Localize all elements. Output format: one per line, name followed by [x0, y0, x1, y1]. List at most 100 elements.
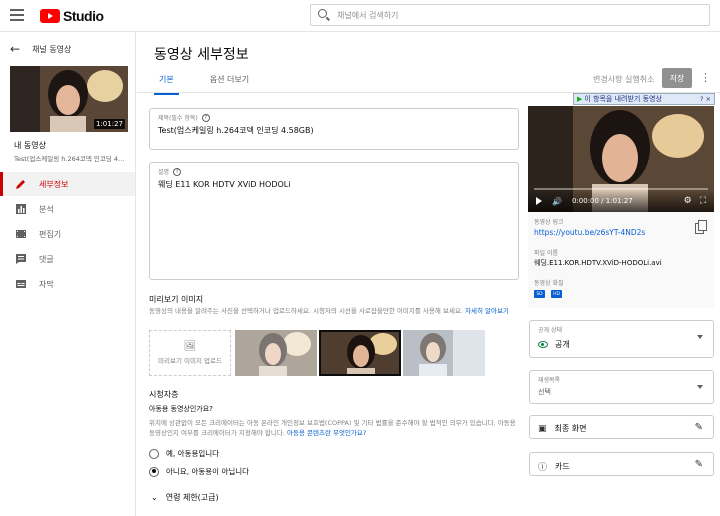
editor-icon — [14, 227, 28, 241]
video-player[interactable]: 🔊 0:00:00 / 1:01:27 ⚙ ⛶ — [528, 106, 714, 212]
player-time: 0:00:00 / 1:01:27 — [571, 197, 633, 205]
player-controls: 🔊 0:00:00 / 1:01:27 ⚙ ⛶ — [528, 190, 714, 212]
title-label-text: 제목(필수 항목) — [158, 115, 198, 122]
thumbnail-desc-text: 동영상의 내용을 알려주는 사진을 선택하거나 업로드하세요. 시청자의 시선을… — [149, 307, 463, 315]
cards-row: ⓘ 카드 — [538, 460, 570, 473]
help-icon[interactable]: ? — [173, 167, 182, 176]
undo-changes-button[interactable]: 변경사항 실행취소 — [593, 74, 654, 85]
download-video-banner[interactable]: ▶ 이 항목을 내려받기 동영상 ? × — [573, 93, 715, 105]
edit-pencil-icon[interactable]: ✎ — [695, 422, 703, 433]
subtitles-icon — [14, 277, 28, 291]
sidebar-item-label: 세부정보 — [39, 179, 69, 189]
pencil-icon — [14, 177, 28, 191]
copy-icon[interactable] — [695, 220, 707, 234]
menu-icon[interactable] — [10, 9, 24, 21]
upload-thumbnail-button[interactable]: 🖼 미리보기 이미지 업로드 — [149, 330, 231, 376]
top-bar: Studio — [0, 0, 720, 32]
sidebar-item-subtitles[interactable]: 자막 — [0, 272, 135, 296]
visibility-label: 공개 상태 — [538, 327, 562, 334]
playlist-value: 선택 — [538, 388, 551, 396]
radio-button-no[interactable] — [149, 466, 159, 477]
comments-icon — [14, 252, 28, 266]
fullscreen-icon[interactable]: ⛶ — [700, 196, 706, 206]
title-field-label: 제목(필수 항목)? — [158, 113, 210, 122]
thumbnail-option-selected[interactable] — [319, 330, 401, 376]
settings-gear-icon[interactable]: ⚙ — [684, 196, 692, 206]
cards-box[interactable]: ⓘ 카드 ✎ — [529, 452, 714, 476]
end-screen-row: ▣ 최종 화면 — [538, 423, 587, 434]
volume-icon[interactable]: 🔊 — [552, 197, 562, 206]
sidebar-item-label: 분석 — [39, 204, 54, 214]
filename-value: 웨딩.E11.KOR.HDTV.XViD-HODOLi.avi — [534, 259, 662, 267]
info-icon: ⓘ — [538, 463, 548, 473]
search-icon — [318, 9, 327, 18]
my-video-heading: 내 동영상 — [14, 141, 46, 150]
radio-button-yes[interactable] — [149, 448, 159, 459]
filename-label: 파일 이름 — [534, 250, 558, 257]
thumbnail-section-desc: 동영상의 내용을 알려주는 사진을 선택하거나 업로드하세요. 시청자의 시선을… — [149, 306, 519, 316]
video-name: Test(업스케일링 h.264코덱 인코딩 4... — [14, 155, 125, 163]
play-icon[interactable] — [536, 197, 542, 205]
search-box[interactable] — [310, 4, 710, 26]
thumbnail-option[interactable] — [403, 330, 485, 376]
chevron-down-icon — [697, 385, 703, 389]
analytics-icon — [14, 202, 28, 216]
video-duration: 1:01:27 — [94, 119, 125, 129]
thumbnail-section-title: 미리보기 이미지 — [149, 295, 204, 304]
learn-more-link[interactable]: 자세히 알아보기 — [465, 307, 509, 315]
sidebar-item-details[interactable]: 세부정보 — [0, 172, 135, 196]
playlist-dropdown[interactable]: 재생목록 선택 — [529, 370, 714, 404]
radio-not-made-for-kids[interactable]: 아니요, 아동용이 아닙니다 — [149, 466, 249, 477]
age-restriction-label: 연령 제한(고급) — [165, 493, 219, 502]
sidebar-item-label: 편집기 — [39, 229, 62, 239]
video-quality-label: 동영상 화질 — [534, 280, 564, 287]
description-input[interactable]: 웨딩 E11 KOR HDTV XViD HODOLi — [158, 179, 290, 190]
end-screen-box[interactable]: ▣ 최종 화면 ✎ — [529, 415, 714, 439]
sidebar-item-comments[interactable]: 댓글 — [0, 247, 135, 271]
studio-logo[interactable]: Studio — [40, 8, 104, 24]
title-field[interactable]: 제목(필수 항목)? Test(업스케일링 h.264코덱 인코딩 4.58GB… — [149, 108, 519, 150]
age-restriction-toggle[interactable]: ⌄ 연령 제한(고급) — [151, 492, 219, 503]
search-input[interactable] — [337, 7, 697, 23]
chevron-down-icon — [697, 335, 703, 339]
cards-label: 카드 — [555, 462, 570, 471]
download-banner-text: 이 항목을 내려받기 동영상 — [584, 95, 662, 103]
end-screen-icon: ▣ — [538, 423, 547, 434]
title-input[interactable]: Test(업스케일링 h.264코덱 인코딩 4.58GB) — [158, 125, 314, 136]
quality-badges: SD HD — [534, 290, 568, 298]
radio-made-for-kids[interactable]: 예, 아동용입니다 — [149, 448, 219, 459]
download-banner-controls[interactable]: ? × — [700, 95, 711, 103]
sidebar: ← 채널 동영상 1:01:27 내 동영상 Test(업스케일링 h.264코… — [0, 32, 136, 516]
edit-pencil-icon[interactable]: ✎ — [695, 459, 703, 470]
radio-label-yes: 예, 아동용입니다 — [166, 449, 220, 458]
thumbnail-option[interactable] — [235, 330, 317, 376]
back-arrow-icon: ← — [10, 42, 21, 56]
sidebar-item-label: 댓글 — [39, 254, 54, 264]
kids-content-link[interactable]: 아동용 콘텐츠란 무엇인가요? — [287, 429, 366, 437]
audience-desc: 위치에 상관없이 모든 크리에이터는 아동 온라인 개인정보 보호법(COPPA… — [149, 418, 519, 438]
download-play-icon: ▶ — [577, 95, 583, 103]
more-options-icon[interactable]: ⋮ — [700, 71, 711, 84]
description-field-label: 설명? — [158, 167, 182, 176]
sidebar-item-analytics[interactable]: 분석 — [0, 197, 135, 221]
logo-text: Studio — [63, 8, 104, 24]
visibility-value: 공개 — [538, 339, 570, 350]
chevron-down-icon: ⌄ — [151, 493, 158, 502]
visibility-value-text: 공개 — [555, 340, 570, 349]
save-button[interactable]: 저장 — [662, 68, 692, 88]
playlist-label: 재생목록 — [538, 377, 561, 384]
back-to-channel-videos[interactable]: ← 채널 동영상 — [10, 42, 71, 56]
radio-label-no: 아니요, 아동용이 아닙니다 — [166, 467, 250, 476]
help-icon[interactable]: ? — [201, 113, 210, 122]
description-field[interactable]: 설명? 웨딩 E11 KOR HDTV XViD HODOLi — [149, 162, 519, 280]
sidebar-item-label: 자막 — [39, 279, 54, 289]
add-image-icon: 🖼 — [183, 341, 197, 352]
quality-badge-hd: HD — [551, 290, 562, 298]
upload-thumbnail-label: 미리보기 이미지 업로드 — [158, 357, 222, 365]
visibility-dropdown[interactable]: 공개 상태 공개 — [529, 320, 714, 358]
video-link[interactable]: https://youtu.be/z6sYT-4ND2s — [534, 228, 645, 237]
audience-question: 아동용 동영상인가요? — [149, 405, 213, 413]
sidebar-item-editor[interactable]: 편집기 — [0, 222, 135, 246]
sidebar-video-thumbnail[interactable]: 1:01:27 — [10, 66, 128, 132]
end-screen-label: 최종 화면 — [554, 424, 587, 433]
